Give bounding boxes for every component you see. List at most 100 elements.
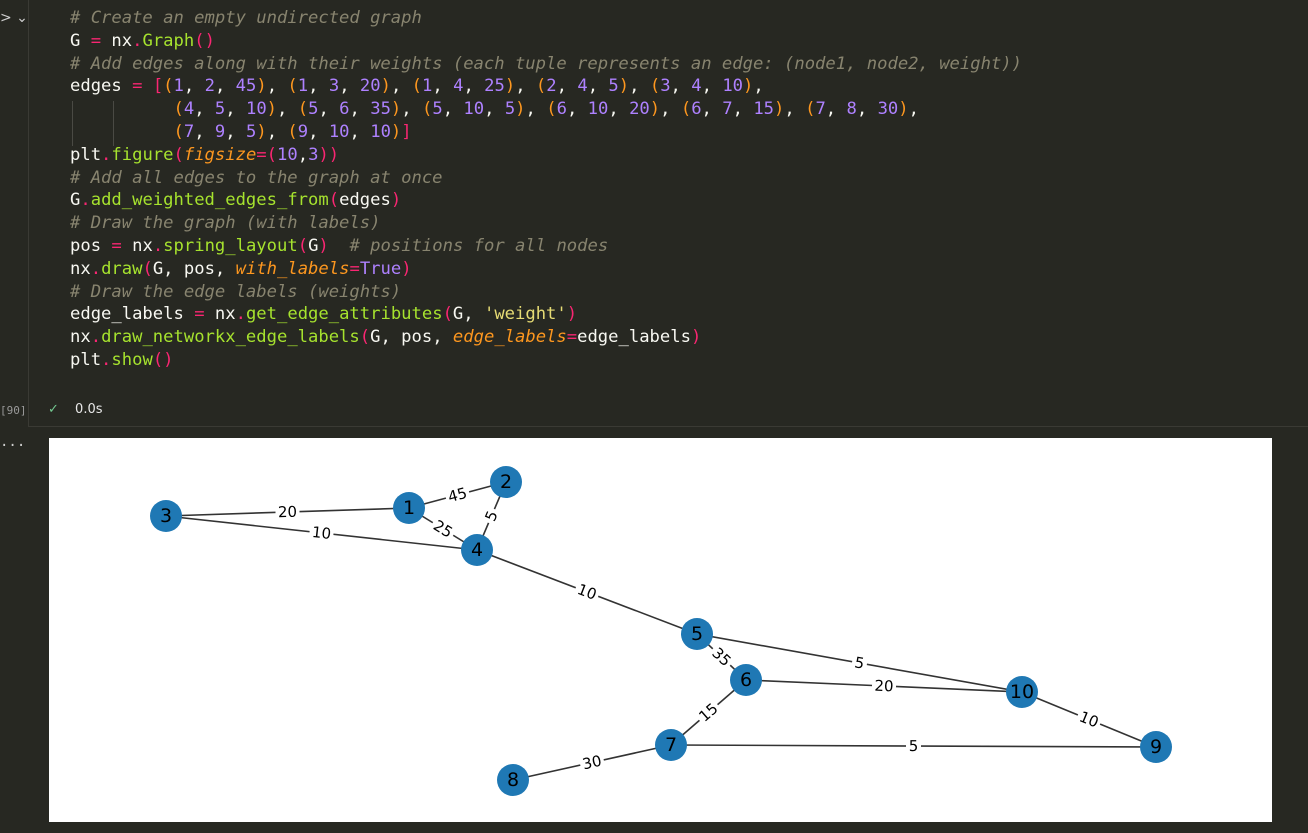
code-token: , <box>266 76 288 97</box>
code-token: 1 <box>422 76 433 97</box>
code-token: ( <box>546 99 557 120</box>
code-token: G, <box>452 304 484 325</box>
code-token: ( <box>328 190 340 211</box>
code-token: 5 <box>608 76 619 97</box>
code-token: [ <box>152 76 164 97</box>
code-token: ( <box>173 144 184 165</box>
code-token: ) <box>401 258 412 279</box>
code-token: nx <box>70 327 91 348</box>
code-token: = <box>566 327 578 348</box>
code-token: ( <box>142 258 153 279</box>
edge-weight-label: 30 <box>578 751 606 774</box>
code-cell[interactable]: > ⌄ # Create an empty undirected graph G … <box>0 0 1308 427</box>
code-token: 45 <box>235 76 257 97</box>
edge-weight-text: 10 <box>311 523 332 543</box>
code-token: 10 <box>722 76 744 97</box>
code-token: 10 <box>277 144 298 165</box>
code-token: 7 <box>815 99 826 120</box>
code-token: 7 <box>722 99 733 120</box>
code-token: , <box>401 99 422 120</box>
code-token: )) <box>318 144 340 165</box>
code-token: 5 <box>245 121 257 142</box>
code-token: 3 <box>308 144 319 165</box>
code-token: G <box>308 235 319 256</box>
code-token: ( <box>297 235 309 256</box>
code-token: ( <box>680 99 692 120</box>
code-token: ) <box>380 76 391 97</box>
code-token: () <box>152 349 174 370</box>
code-token: ) <box>898 99 909 120</box>
code-line: # Create an empty undirected graph <box>70 7 1022 30</box>
code-token: , <box>629 76 650 97</box>
code-token: 15 <box>753 99 775 120</box>
code-token: , <box>670 76 692 97</box>
indent-guide <box>72 101 73 146</box>
code-token: . <box>90 258 102 279</box>
code-token: , <box>194 99 215 120</box>
code-token: ) <box>515 99 526 120</box>
code-token: , <box>566 99 588 120</box>
code-token: pos <box>70 235 112 256</box>
code-token: nx <box>101 30 133 51</box>
code-line: # Add all edges to the graph at once <box>70 167 1022 190</box>
code-token: G, pos, <box>370 327 453 348</box>
code-token: . <box>101 144 112 165</box>
code-token: 5 <box>504 99 516 120</box>
node-label: 5 <box>691 623 703 645</box>
code-token: 5 <box>214 99 226 120</box>
code-token: , <box>525 99 547 120</box>
code-token: 1 <box>173 76 184 97</box>
code-token: , <box>608 99 630 120</box>
code-token: , <box>277 99 298 120</box>
code-token: 20 <box>359 76 381 97</box>
code-token: edge_labels <box>70 304 195 325</box>
code-token: ) <box>566 304 578 325</box>
code-token: 7 <box>183 121 195 142</box>
code-token: , <box>732 99 754 120</box>
code-token: . <box>235 304 246 325</box>
code-token: , <box>349 99 371 120</box>
output-menu-icon[interactable]: ... <box>0 434 25 450</box>
code-token: , <box>587 76 609 97</box>
code-token: nx <box>204 304 236 325</box>
edge-weight-label: 25 <box>428 515 458 543</box>
code-token: , <box>318 99 340 120</box>
code-token: # Draw the graph (with labels) <box>70 213 381 234</box>
code-token: 3 <box>660 76 671 97</box>
code-token: ) <box>618 76 630 97</box>
code-token: ( <box>287 76 298 97</box>
edge-weight-label: 15 <box>693 697 724 728</box>
code-line: G.add_weighted_edges_from(edges) <box>70 189 1022 212</box>
code-token: ( <box>649 76 661 97</box>
code-token: 9 <box>297 121 309 142</box>
code-token: 2 <box>204 76 215 97</box>
code-token: ( <box>266 144 278 165</box>
code-token: ) <box>390 99 402 120</box>
code-token: plt <box>70 144 102 165</box>
code-editor[interactable]: # Create an empty undirected graph G = nx… <box>70 7 1022 372</box>
code-token: . <box>90 327 102 348</box>
code-token: , <box>194 121 215 142</box>
collapse-chevron-icon[interactable]: > ⌄ <box>0 10 28 26</box>
code-token: = <box>349 258 360 279</box>
code-token: ( <box>442 304 453 325</box>
code-token: show <box>111 349 153 370</box>
code-token: , <box>349 121 371 142</box>
code-line: # Draw the graph (with labels) <box>70 212 1022 235</box>
indent-guide <box>113 101 114 146</box>
code-token: G <box>70 30 91 51</box>
code-token: 5 <box>308 99 319 120</box>
edge-weight-label: 20 <box>275 502 300 522</box>
code-line: edges = [(1, 2, 45), (1, 3, 20), (1, 4, … <box>70 75 1022 98</box>
code-token: , <box>432 76 454 97</box>
code-token: 6 <box>339 99 350 120</box>
code-token: ) <box>690 327 702 348</box>
code-token: # Create an empty undirected graph <box>70 8 422 28</box>
code-token: ( <box>173 121 184 142</box>
code-token: 4 <box>691 76 702 97</box>
code-token: with_labels <box>235 258 350 279</box>
code-token: ) <box>743 76 754 97</box>
code-token: = <box>132 76 143 97</box>
